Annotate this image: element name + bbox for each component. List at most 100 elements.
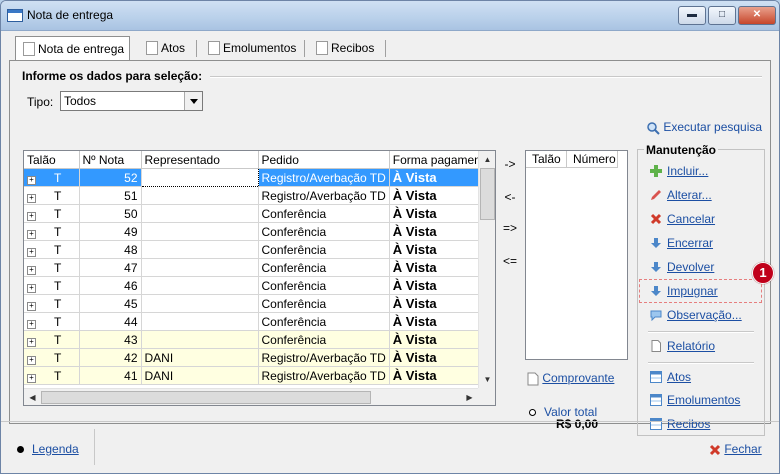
move-all-right-button[interactable]: => (498, 221, 522, 235)
expand-icon[interactable]: + (27, 265, 36, 275)
table-row[interactable]: + T 51 Registro/Averbação TD À Vista (24, 186, 495, 205)
chevron-down-icon[interactable] (184, 92, 202, 110)
notes-grid[interactable]: Talão Nº Nota Representado Pedido Forma … (23, 150, 496, 406)
horizontal-scrollbar[interactable]: ◀ ▶ (24, 388, 478, 405)
tab-label: Atos (161, 41, 186, 55)
expand-icon[interactable]: + (27, 193, 36, 203)
scroll-down-icon[interactable]: ▼ (479, 371, 495, 388)
talao-cell: + T (24, 348, 80, 367)
nota-cell: 50 (79, 204, 142, 223)
scroll-up-icon[interactable]: ▲ (479, 151, 495, 168)
comprovante-link[interactable]: Comprovante (527, 371, 614, 386)
plus-icon (650, 165, 662, 177)
expand-icon[interactable]: + (27, 229, 36, 239)
selected-notes-list[interactable]: Talão Número (525, 150, 628, 360)
column-header-numero[interactable]: Número (567, 151, 618, 168)
atos-label: Atos (667, 370, 692, 384)
pedido-cell: Conferência (258, 204, 390, 223)
table-row[interactable]: + T 48 Conferência À Vista (24, 240, 495, 259)
talao-cell: + T (24, 312, 80, 331)
talao-cell: + T (24, 186, 80, 205)
scroll-left-icon[interactable]: ◀ (24, 389, 41, 405)
scroll-thumb[interactable] (480, 168, 495, 220)
content-area: Nota de entrega Atos Emolumentos Recibos… (9, 32, 774, 436)
arrow-down-icon (651, 262, 661, 272)
close-button[interactable]: ✕ (738, 6, 776, 25)
column-header-representado[interactable]: Representado (141, 151, 259, 169)
tipo-select[interactable]: Todos (60, 91, 203, 111)
minimize-button[interactable]: ▬ (678, 6, 706, 25)
tipo-value: Todos (64, 94, 97, 108)
scroll-right-icon[interactable]: ▶ (461, 389, 478, 405)
talao-cell: + T (24, 330, 80, 349)
representado-cell (141, 240, 259, 259)
talao-value: T (54, 224, 62, 239)
scroll-corner (478, 388, 495, 405)
fechar-button[interactable]: Fechar (709, 442, 762, 456)
talao-value: T (54, 278, 62, 293)
vertical-scrollbar[interactable]: ▲ ▼ (478, 151, 495, 388)
tab-panel: Informe os dados para seleção: Tipo: Tod… (9, 60, 774, 436)
maximize-button[interactable]: □ (708, 6, 736, 25)
tab-label: Emolumentos (223, 41, 297, 55)
comprovante-label: Comprovante (542, 371, 615, 385)
expand-icon[interactable]: + (27, 283, 36, 293)
table-row[interactable]: + T 49 Conferência À Vista (24, 222, 495, 241)
move-selected-right-button[interactable]: -> (498, 157, 522, 171)
expand-icon[interactable]: + (27, 247, 36, 257)
talao-value: T (54, 368, 62, 383)
notes-table: Talão Nº Nota Representado Pedido Forma … (24, 151, 495, 385)
expand-icon[interactable]: + (27, 373, 36, 383)
expand-icon[interactable]: + (27, 301, 36, 311)
table-row[interactable]: + T 45 Conferência À Vista (24, 294, 495, 313)
expand-icon[interactable]: + (27, 355, 36, 365)
talao-value: T (54, 350, 62, 365)
execute-search-label: Executar pesquisa (663, 120, 763, 134)
nota-cell: 51 (79, 186, 142, 205)
pedido-cell: Conferência (258, 240, 390, 259)
tab-nota-de-entrega[interactable]: Nota de entrega (15, 36, 130, 61)
nota-cell: 48 (79, 240, 142, 259)
table-row[interactable]: + T 43 Conferência À Vista (24, 330, 495, 349)
expand-icon[interactable]: + (27, 337, 36, 347)
talao-value: T (54, 296, 62, 311)
column-header-pedido[interactable]: Pedido (258, 151, 390, 169)
nota-cell: 45 (79, 294, 142, 313)
footer-separator (94, 429, 95, 465)
pencil-icon (651, 190, 661, 200)
tab-recibos[interactable]: Recibos (309, 38, 403, 58)
expand-icon[interactable]: + (27, 211, 36, 221)
move-all-left-button[interactable]: <= (498, 254, 522, 268)
table-row[interactable]: + T 47 Conferência À Vista (24, 258, 495, 277)
nota-cell: 46 (79, 276, 142, 295)
tab-emolumentos[interactable]: Emolumentos (201, 38, 319, 58)
tab-label: Recibos (331, 41, 375, 55)
page-icon (316, 41, 328, 55)
pedido-cell: Registro/Averbação TD (258, 348, 390, 367)
scroll-thumb[interactable] (41, 391, 371, 404)
nota-cell: 43 (79, 330, 142, 349)
page-icon (651, 340, 661, 352)
page-icon (146, 41, 158, 55)
table-row[interactable]: + T 52 Registro/Averbação TD À Vista (24, 168, 495, 187)
column-header-nota[interactable]: Nº Nota (79, 151, 142, 169)
talao-cell: + T (24, 294, 80, 313)
expand-icon[interactable]: + (27, 175, 36, 185)
table-row[interactable]: + T 50 Conferência À Vista (24, 204, 495, 223)
expand-icon[interactable]: + (27, 319, 36, 329)
talao-cell: + T (24, 222, 80, 241)
pedido-cell: Conferência (258, 312, 390, 331)
table-row[interactable]: + T 41 DANI Registro/Averbação TD À Vista (24, 366, 495, 385)
table-icon (650, 371, 662, 383)
legenda-link[interactable]: Legenda (17, 442, 79, 456)
column-header-talao[interactable]: Talão (24, 151, 80, 169)
table-row[interactable]: + T 46 Conferência À Vista (24, 276, 495, 295)
observacao-label: Observação... (667, 308, 742, 322)
talao-cell: + T (24, 258, 80, 277)
table-row[interactable]: + T 42 DANI Registro/Averbação TD À Vista (24, 348, 495, 367)
move-selected-left-button[interactable]: <- (498, 190, 522, 204)
column-header-talao[interactable]: Talão (526, 151, 567, 168)
table-icon (650, 394, 662, 406)
execute-search-link[interactable]: Executar pesquisa (646, 120, 762, 135)
table-row[interactable]: + T 44 Conferência À Vista (24, 312, 495, 331)
